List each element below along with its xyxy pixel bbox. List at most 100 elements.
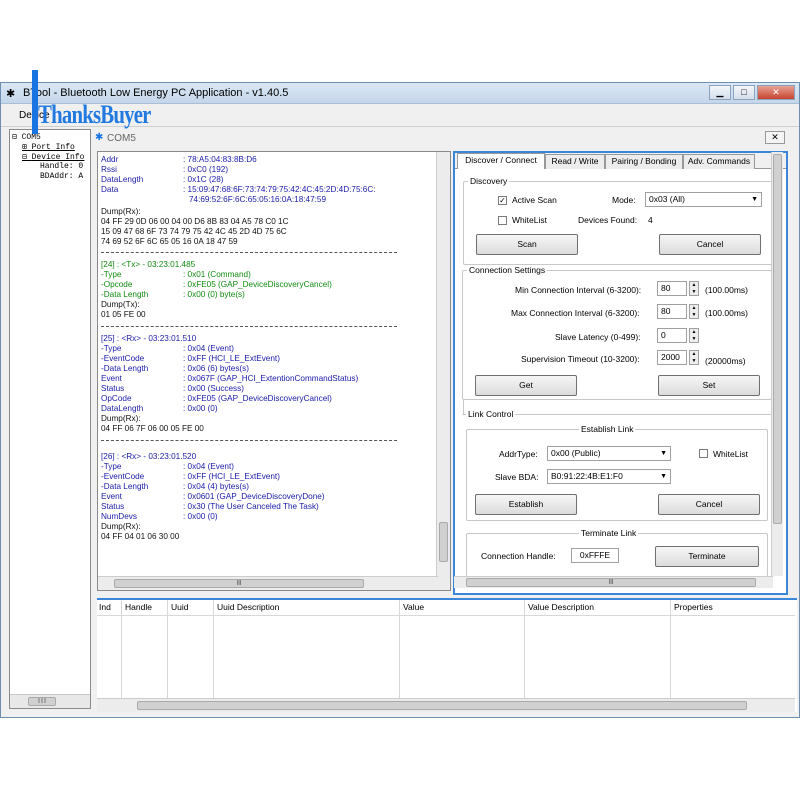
device-tab-bar: ✱ COM5 ✕ bbox=[93, 129, 793, 147]
establish-link-group: Establish Link AddrType: 0x00 (Public) ▼ … bbox=[466, 424, 768, 521]
tree-root-label: COM5 bbox=[21, 133, 41, 142]
slave-latency-input[interactable]: 0 bbox=[657, 328, 687, 343]
close-icon[interactable]: ✕ bbox=[757, 85, 795, 100]
min-interval-unit: (100.00ms) bbox=[705, 285, 748, 295]
max-interval-input[interactable]: 80 bbox=[657, 304, 687, 319]
chevron-down-icon: ▼ bbox=[660, 473, 667, 480]
slave-bda-label: Slave BDA: bbox=[495, 472, 539, 482]
tree-handle[interactable]: Handle: 0 bbox=[40, 162, 83, 171]
get-button[interactable]: Get bbox=[475, 375, 577, 396]
supervision-timeout-label: Supervision Timeout (10-3200): bbox=[521, 354, 640, 364]
log-line: -EventCode: 0xFF (HCI_LE_ExtEvent) bbox=[101, 354, 280, 363]
max-interval-unit: (100.00ms) bbox=[705, 308, 748, 318]
device-tab-com5[interactable]: COM5 bbox=[107, 133, 136, 144]
log-dump-label: Dump(Rx): bbox=[101, 522, 141, 531]
chevron-down-icon: ▼ bbox=[660, 450, 667, 457]
link-whitelist-checkbox[interactable] bbox=[699, 449, 708, 458]
log-line: Addr: 78:A5:04:83:8B:D6 bbox=[101, 155, 257, 164]
col-properties[interactable]: Properties bbox=[674, 602, 713, 612]
log-line: DataLength: 0x1C (28) bbox=[101, 175, 224, 184]
link-cancel-button[interactable]: Cancel bbox=[658, 494, 760, 515]
command-panel-vscroll-thumb[interactable] bbox=[773, 154, 782, 524]
command-panel-vertical-scrollbar[interactable] bbox=[771, 152, 783, 576]
establish-button[interactable]: Establish bbox=[475, 494, 577, 515]
log-line: Event: 0x067F (GAP_HCI_ExtentionCommandS… bbox=[101, 374, 359, 383]
terminate-link-group: Terminate Link Connection Handle: 0xFFFE… bbox=[466, 528, 768, 577]
connection-handle-input[interactable]: 0xFFFE bbox=[571, 548, 619, 563]
min-interval-spinner[interactable]: ▲ ▼ bbox=[689, 281, 699, 296]
slave-latency-label: Slave Latency (0-499): bbox=[555, 332, 641, 342]
min-interval-label: Min Connection Interval (6-3200): bbox=[515, 285, 642, 295]
link-control-title: Link Control bbox=[466, 409, 516, 419]
log-vertical-scrollbar[interactable] bbox=[436, 152, 450, 590]
log-line: -EventCode: 0xFF (HCI_LE_ExtEvent) bbox=[101, 472, 280, 481]
tree-device-info[interactable]: ⊟ Device Info bbox=[22, 152, 84, 162]
log-line: -Type: 0x04 (Event) bbox=[101, 344, 234, 353]
terminate-link-title: Terminate Link bbox=[579, 528, 639, 538]
tree-port-info-label: Port Info bbox=[31, 143, 75, 152]
bluetooth-icon: ✱ bbox=[95, 132, 104, 143]
col-value[interactable]: Value bbox=[403, 602, 424, 612]
slave-bda-value: B0:91:22:4B:E1:F0 bbox=[551, 471, 623, 481]
log-line: -Type: 0x04 (Event) bbox=[101, 462, 234, 471]
log-dump: 04 FF 29 0D 06 00 04 00 D6 8B 83 04 A5 7… bbox=[101, 217, 289, 226]
attribute-table: Ind Handle Uuid Uuid Description Value V… bbox=[97, 598, 797, 712]
log-hscroll-thumb[interactable]: ||| bbox=[114, 579, 364, 588]
min-interval-input[interactable]: 80 bbox=[657, 281, 687, 296]
tree-bdaddr[interactable]: BDAddr: A bbox=[40, 172, 83, 181]
addrtype-select[interactable]: 0x00 (Public) ▼ bbox=[547, 446, 671, 461]
link-control-box: Link Control Establish Link AddrType: 0x… bbox=[462, 409, 772, 592]
watermark-logo: ThanksBuyer bbox=[38, 100, 151, 129]
log-dump-label: Dump(Tx): bbox=[101, 300, 140, 309]
command-panel-hscroll-thumb[interactable]: ||| bbox=[466, 578, 756, 587]
col-ind[interactable]: Ind bbox=[99, 602, 111, 612]
link-whitelist-label: WhiteList bbox=[713, 449, 748, 459]
log-dump-label: Dump(Rx): bbox=[101, 207, 141, 216]
log-entry-header: [26] : <Rx> - 03:23:01.520 bbox=[101, 452, 197, 461]
connection-settings-title: Connection Settings bbox=[467, 265, 548, 275]
set-button[interactable]: Set bbox=[658, 375, 760, 396]
tree-scroll-thumb[interactable]: ||| bbox=[28, 697, 56, 706]
command-panel-horizontal-scrollbar[interactable]: ||| bbox=[454, 576, 773, 588]
terminate-button[interactable]: Terminate bbox=[655, 546, 759, 567]
col-handle[interactable]: Handle bbox=[125, 602, 152, 612]
log-dump: 04 FF 04 01 06 30 00 bbox=[101, 532, 180, 541]
log-separator bbox=[101, 440, 397, 441]
supervision-timeout-input[interactable]: 2000 bbox=[657, 350, 687, 365]
log-line: -Data Length: 0x06 (6) bytes(s) bbox=[101, 364, 249, 373]
log-horizontal-scrollbar[interactable]: ||| bbox=[98, 576, 438, 590]
log-vscroll-thumb[interactable] bbox=[439, 522, 448, 562]
max-interval-spinner[interactable]: ▲ ▼ bbox=[689, 304, 699, 319]
device-tab-close-button[interactable]: ✕ bbox=[765, 131, 785, 144]
log-separator bbox=[101, 326, 397, 327]
minimize-button[interactable]: ▁ bbox=[709, 85, 731, 100]
log-line: -Opcode: 0xFE05 (GAP_DeviceDiscoveryCanc… bbox=[101, 280, 332, 289]
maximize-button[interactable]: □ bbox=[733, 85, 755, 100]
addrtype-value: 0x00 (Public) bbox=[551, 448, 601, 458]
log-line: NumDevs: 0x00 (0) bbox=[101, 512, 218, 521]
log-line: Event: 0x0601 (GAP_DeviceDiscoveryDone) bbox=[101, 492, 325, 501]
col-uuid[interactable]: Uuid bbox=[171, 602, 188, 612]
table-horizontal-scrollbar[interactable] bbox=[97, 698, 795, 712]
log-line: -Type: 0x01 (Command) bbox=[101, 270, 251, 279]
header-divider bbox=[97, 615, 795, 616]
log-line: Rssi: 0xC0 (192) bbox=[101, 165, 229, 174]
establish-link-title: Establish Link bbox=[579, 424, 636, 434]
supervision-timeout-spinner[interactable]: ▲ ▼ bbox=[689, 350, 699, 365]
table-hscroll-thumb[interactable] bbox=[137, 701, 747, 710]
tree-horizontal-scrollbar[interactable]: ||| bbox=[10, 694, 90, 708]
device-tree: ⊟ COM5 ⊞ Port Info ⊟ Device Info Handle:… bbox=[9, 129, 91, 709]
col-value-description[interactable]: Value Description bbox=[528, 602, 594, 612]
slave-bda-select[interactable]: B0:91:22:4B:E1:F0 ▼ bbox=[547, 469, 671, 484]
tree-port-info[interactable]: ⊞ Port Info bbox=[22, 142, 75, 152]
command-panel-content: Connection Settings Min Connection Inter… bbox=[454, 152, 785, 592]
log-separator bbox=[101, 252, 397, 253]
slave-latency-spinner[interactable]: ▲ ▼ bbox=[689, 328, 699, 343]
tree-device-info-label: Device Info bbox=[31, 153, 85, 162]
message-log: Addr: 78:A5:04:83:8B:D6 Rssi: 0xC0 (192)… bbox=[97, 151, 451, 591]
window-title: BTool - Bluetooth Low Energy PC Applicat… bbox=[23, 87, 289, 99]
log-dump: 04 FF 06 7F 06 00 05 FE 00 bbox=[101, 424, 204, 433]
supervision-timeout-unit: (20000ms) bbox=[705, 356, 746, 366]
col-uuid-description[interactable]: Uuid Description bbox=[217, 602, 279, 612]
log-dump-label: Dump(Rx): bbox=[101, 414, 141, 423]
